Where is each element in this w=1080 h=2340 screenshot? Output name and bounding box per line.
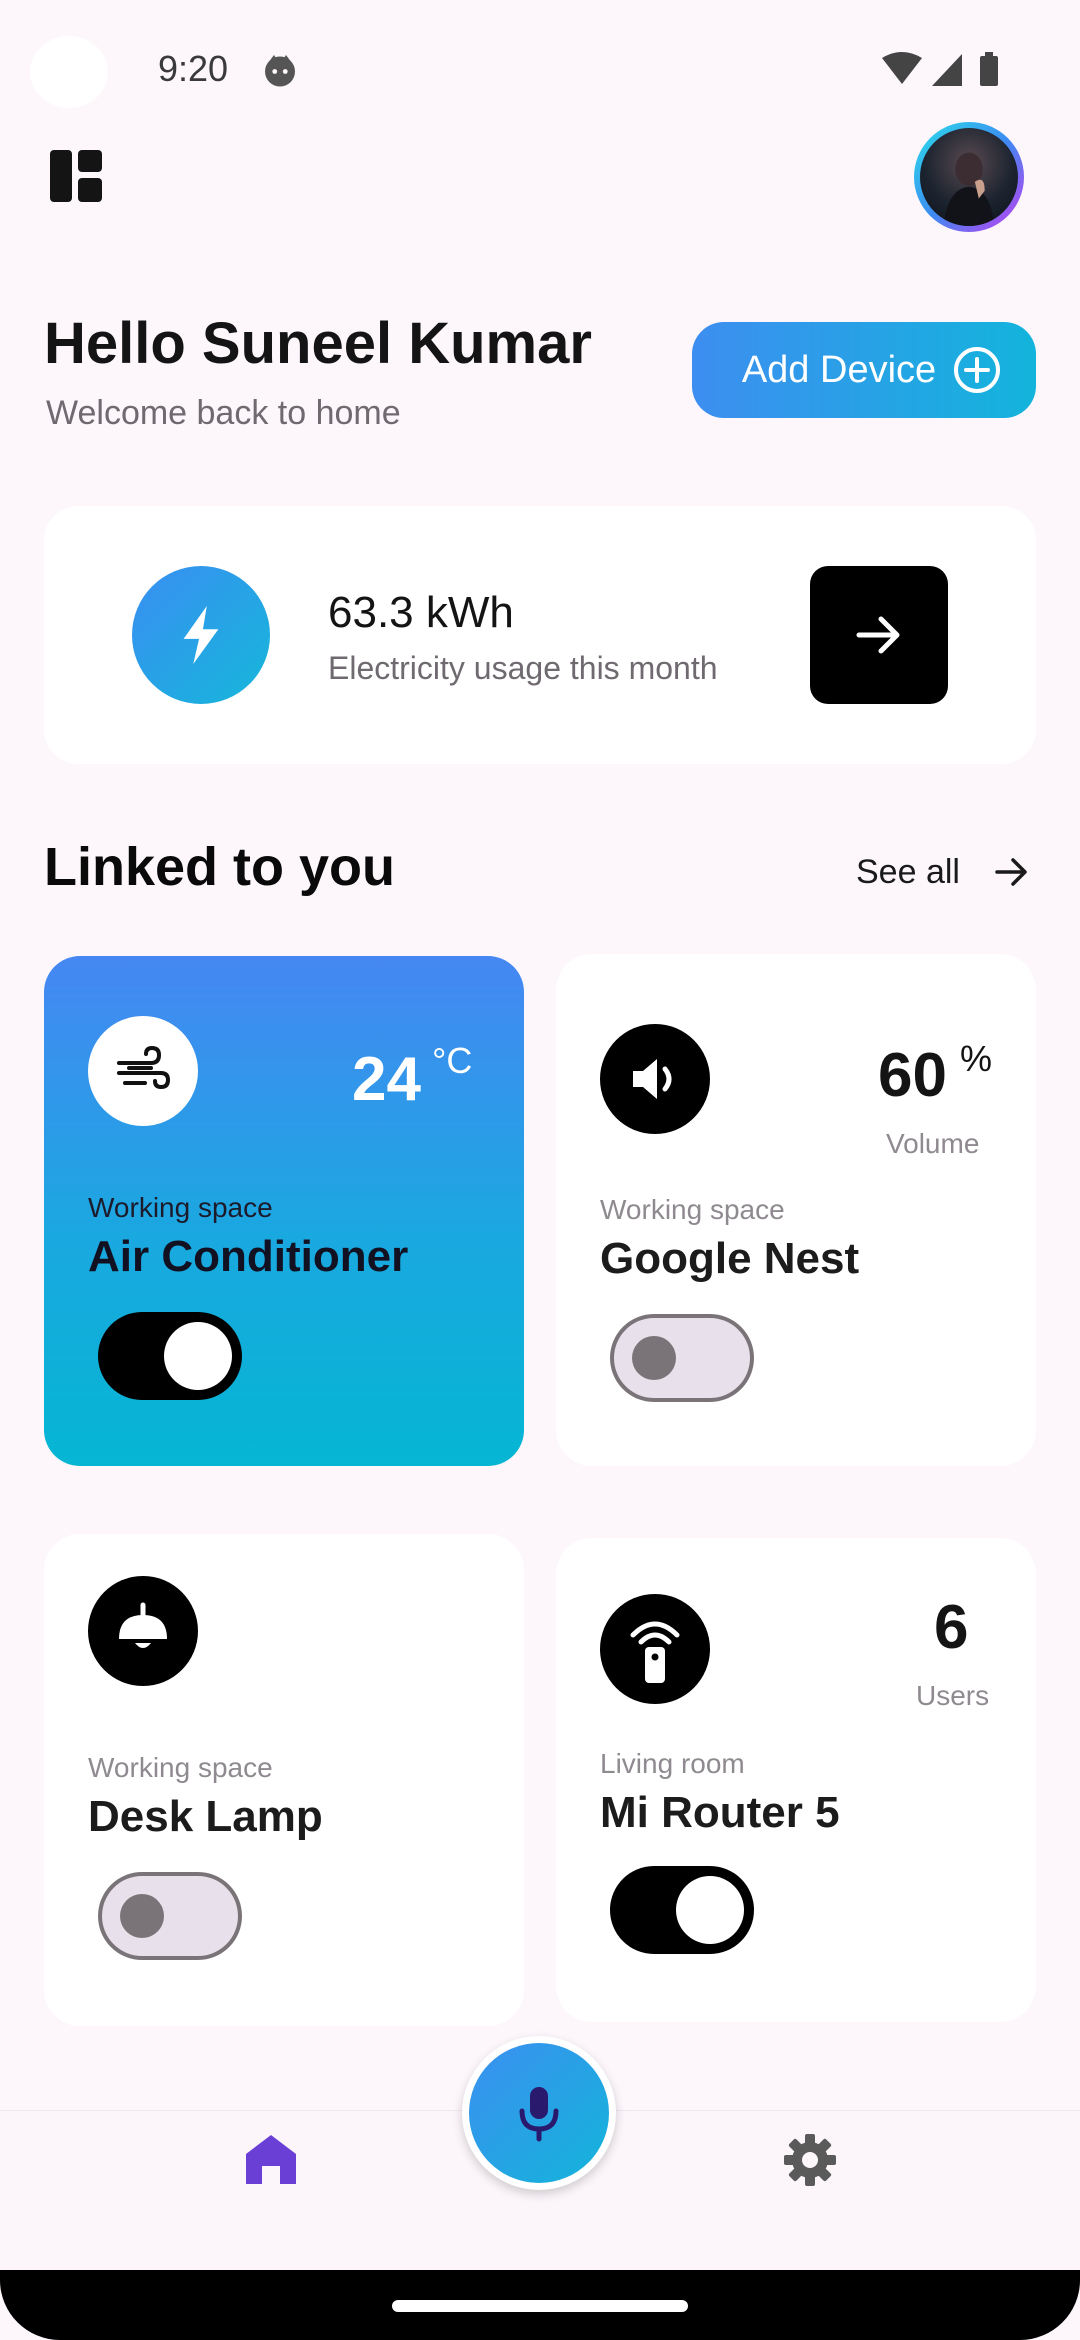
device-name: Mi Router 5 — [600, 1788, 840, 1837]
device-card-mi-router[interactable]: 6 Users Living room Mi Router 5 — [556, 1538, 1036, 2022]
toggle-knob — [164, 1322, 232, 1390]
device-name: Air Conditioner — [88, 1232, 409, 1281]
dashboard-menu-icon[interactable] — [50, 150, 102, 202]
device-power-toggle[interactable] — [610, 1314, 754, 1402]
device-power-toggle[interactable] — [610, 1866, 754, 1954]
device-metric-label: Volume — [886, 1128, 980, 1159]
camera-cutout — [30, 36, 108, 108]
router-icon — [600, 1594, 710, 1704]
energy-value: 63.3 kWh — [328, 588, 514, 637]
toggle-knob — [120, 1894, 164, 1938]
status-bar: 9:20 — [0, 0, 1080, 140]
section-title: Linked to you — [44, 837, 395, 897]
lightning-bolt-icon — [183, 606, 219, 664]
home-gesture-handle[interactable] — [392, 2300, 688, 2312]
add-device-label: Add Device — [741, 348, 937, 391]
profile-avatar[interactable] — [914, 122, 1024, 232]
device-name: Google Nest — [600, 1234, 860, 1283]
add-device-button[interactable]: Add Device — [692, 322, 1036, 418]
device-power-toggle[interactable] — [98, 1872, 242, 1960]
energy-usage-card: 63.3 kWh Electricity usage this month — [44, 506, 1036, 764]
energy-label: Electricity usage this month — [328, 650, 718, 686]
lamp-icon — [88, 1576, 198, 1686]
greeting-title: Hello Suneel Kumar — [44, 311, 592, 376]
device-room: Living room — [600, 1748, 745, 1779]
settings-icon[interactable] — [782, 2132, 838, 2188]
device-metric-value: 24 — [352, 1045, 421, 1114]
device-metric-label: Users — [916, 1680, 990, 1711]
device-name: Desk Lamp — [88, 1792, 323, 1841]
device-card-google-nest[interactable]: 60 % Volume Working space Google Nest — [556, 954, 1036, 1466]
mic-icon — [519, 2087, 559, 2142]
energy-badge — [132, 566, 270, 704]
speaker-icon — [600, 1024, 710, 1134]
greeting-subtitle: Welcome back to home — [46, 394, 401, 432]
device-metric-value: 60 — [878, 1041, 947, 1110]
home-icon[interactable] — [244, 2132, 298, 2186]
battery-icon — [980, 56, 998, 86]
energy-details-button[interactable] — [810, 566, 948, 704]
notification-icon — [265, 55, 295, 87]
toggle-knob — [676, 1876, 744, 1944]
device-card-air-conditioner[interactable]: 24 °C Working space Air Conditioner — [44, 956, 524, 1466]
device-card-desk-lamp[interactable]: Working space Desk Lamp — [44, 1534, 524, 2026]
status-time: 9:20 — [158, 48, 229, 89]
see-all-label: See all — [856, 852, 960, 891]
device-metric-value: 6 — [934, 1593, 969, 1662]
arrow-right-icon — [995, 858, 1027, 886]
device-power-toggle[interactable] — [98, 1312, 242, 1400]
add-circle-icon — [954, 347, 1000, 393]
see-all-link[interactable]: See all — [856, 850, 1030, 894]
status-icons — [882, 52, 998, 86]
device-room: Working space — [88, 1192, 273, 1223]
device-metric-unit: % — [960, 1038, 993, 1079]
arrow-right-icon — [856, 616, 900, 654]
device-room: Working space — [600, 1194, 785, 1225]
device-metric-unit: °C — [432, 1040, 473, 1081]
toggle-knob — [632, 1336, 676, 1380]
voice-assistant-button[interactable] — [462, 2036, 616, 2190]
wind-icon — [88, 1016, 198, 1126]
wifi-icon — [882, 52, 922, 84]
device-room: Working space — [88, 1752, 273, 1783]
signal-icon — [932, 54, 962, 86]
